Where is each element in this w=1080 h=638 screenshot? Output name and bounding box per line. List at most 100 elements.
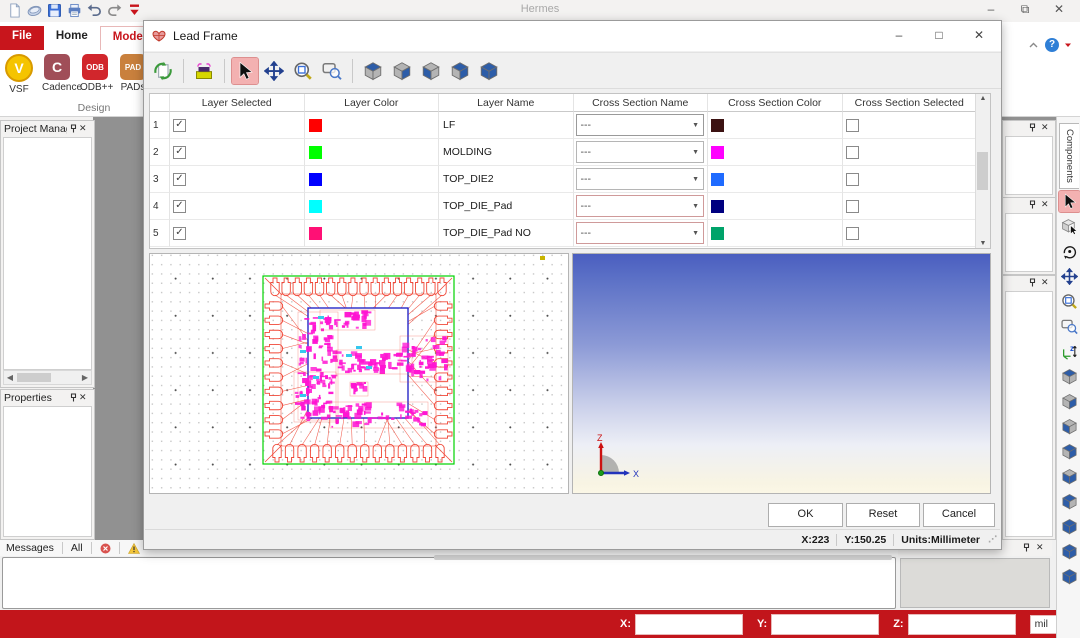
messages-scrollbar[interactable]: [434, 555, 892, 560]
column-header[interactable]: Cross Section Name: [574, 94, 709, 112]
messages-tab[interactable]: Messages: [6, 542, 54, 554]
zoom-box-button[interactable]: [1059, 291, 1080, 312]
project-manager-content[interactable]: [3, 137, 92, 370]
cross-section-selected-checkbox[interactable]: [846, 200, 859, 213]
close-icon[interactable]: ✕: [1041, 277, 1053, 289]
pin-icon[interactable]: [67, 123, 79, 135]
pan-view-button[interactable]: [1059, 266, 1080, 287]
restore-button[interactable]: ⧉: [1008, 0, 1042, 18]
close-icon[interactable]: ✕: [1036, 542, 1048, 554]
column-header[interactable]: Layer Name: [439, 94, 574, 112]
pin-icon[interactable]: [1026, 277, 1038, 289]
cancel-button[interactable]: Cancel: [923, 503, 995, 527]
z-scale-button[interactable]: z: [1059, 341, 1080, 362]
leadframe-layers-button[interactable]: [191, 58, 217, 84]
column-header[interactable]: Layer Selected: [170, 94, 305, 112]
pin-icon[interactable]: [1020, 542, 1032, 554]
cross-section-selected-checkbox[interactable]: [846, 173, 859, 186]
components-tab[interactable]: Components: [1059, 123, 1079, 189]
cross-section-name-dropdown[interactable]: ---▼: [576, 114, 705, 136]
view-iso-button[interactable]: [476, 58, 502, 84]
print-icon[interactable]: [66, 2, 83, 18]
help-icon[interactable]: ?: [1045, 38, 1059, 52]
column-header[interactable]: Layer Color: [305, 94, 440, 112]
view-cube-right-button[interactable]: [1059, 391, 1080, 412]
cross-section-color-swatch[interactable]: [711, 119, 724, 132]
collapse-ribbon-icon[interactable]: [1027, 39, 1040, 52]
view-cube-left-button[interactable]: [418, 58, 444, 84]
save-file-icon[interactable]: [46, 2, 63, 18]
view-cube-front-button[interactable]: [1059, 466, 1080, 487]
pin-icon[interactable]: [1026, 122, 1038, 134]
scroll-right-icon[interactable]: ▶: [79, 373, 91, 382]
x-coordinate-input[interactable]: [635, 614, 743, 635]
zoom-window-button[interactable]: [1059, 316, 1080, 337]
pin-icon[interactable]: [1026, 199, 1038, 211]
z-coordinate-input[interactable]: [908, 614, 1016, 635]
close-button[interactable]: ✕: [1042, 0, 1076, 18]
cross-section-color-swatch[interactable]: [711, 227, 724, 240]
messages-filter-all[interactable]: All: [71, 542, 83, 554]
pan-view-button[interactable]: [261, 58, 287, 84]
view-cube-right-button[interactable]: [389, 58, 415, 84]
cross-section-selected-checkbox[interactable]: [846, 146, 859, 159]
column-header[interactable]: Cross Section Color: [708, 94, 843, 112]
layer-selected-checkbox[interactable]: ✓: [173, 146, 186, 159]
ok-button[interactable]: OK: [768, 503, 843, 527]
customize-dropdown-icon[interactable]: [126, 2, 143, 18]
column-header[interactable]: Cross Section Selected: [843, 94, 978, 112]
layer-selected-checkbox[interactable]: ✓: [173, 173, 186, 186]
close-icon[interactable]: ✕: [1041, 199, 1053, 211]
view-iso-2-button[interactable]: [1059, 541, 1080, 562]
tab-home[interactable]: Home: [44, 26, 100, 50]
close-icon[interactable]: ✕: [1041, 122, 1053, 134]
view-cube-left-button[interactable]: [1059, 416, 1080, 437]
layer-selected-checkbox[interactable]: ✓: [173, 227, 186, 240]
cross-section-name-dropdown[interactable]: ---▼: [576, 168, 705, 190]
pin-icon[interactable]: [67, 392, 79, 404]
view-iso-1-button[interactable]: [1059, 516, 1080, 537]
design-item-cadence[interactable]: CCadence: [42, 54, 72, 95]
cross-section-color-swatch[interactable]: [711, 200, 724, 213]
close-icon[interactable]: ✕: [79, 392, 91, 404]
dialog-titlebar[interactable]: Lead Frame – □ ✕: [144, 21, 1001, 51]
layer-color-swatch[interactable]: [309, 227, 322, 240]
leadframe-2d-view[interactable]: [149, 253, 569, 494]
redo-icon[interactable]: [106, 2, 123, 18]
view-cube-back-button[interactable]: [1059, 441, 1080, 462]
horizontal-scrollbar[interactable]: ◀ ▶: [3, 370, 92, 385]
warnings-filter-icon[interactable]: [128, 543, 140, 554]
cross-section-name-dropdown[interactable]: ---▼: [576, 195, 705, 217]
messages-log[interactable]: [2, 557, 896, 609]
layer-selected-checkbox[interactable]: ✓: [173, 200, 186, 213]
view-cube-top-button[interactable]: [360, 58, 386, 84]
layer-color-swatch[interactable]: [309, 200, 322, 213]
open-file-icon[interactable]: [26, 2, 43, 18]
view-cube-top-button[interactable]: [1059, 366, 1080, 387]
reset-button[interactable]: Reset: [846, 503, 920, 527]
new-file-icon[interactable]: [6, 2, 23, 18]
close-icon[interactable]: ✕: [79, 123, 91, 135]
select-arrow-button[interactable]: [232, 58, 258, 84]
cross-section-name-dropdown[interactable]: ---▼: [576, 222, 705, 244]
layer-color-swatch[interactable]: [309, 173, 322, 186]
y-coordinate-input[interactable]: [771, 614, 879, 635]
minimize-button[interactable]: –: [974, 0, 1008, 18]
zoom-window-button[interactable]: [319, 58, 345, 84]
layer-selected-checkbox[interactable]: ✓: [173, 119, 186, 132]
errors-filter-icon[interactable]: [100, 543, 111, 554]
leadframe-3d-view[interactable]: Z X: [572, 253, 991, 494]
select-3d-button[interactable]: [1059, 216, 1080, 237]
design-item-odb[interactable]: ODBODB++: [80, 54, 110, 95]
reload-button[interactable]: [150, 58, 176, 84]
dialog-close-button[interactable]: ✕: [959, 21, 999, 49]
view-cube-back-button[interactable]: [447, 58, 473, 84]
view-iso-3-button[interactable]: [1059, 566, 1080, 587]
help-dropdown-icon[interactable]: [1064, 41, 1072, 49]
resize-grip[interactable]: ⋰: [988, 534, 997, 545]
cross-section-color-swatch[interactable]: [711, 173, 724, 186]
cross-section-selected-checkbox[interactable]: [846, 227, 859, 240]
select-arrow-button[interactable]: [1059, 191, 1080, 212]
cross-section-color-swatch[interactable]: [711, 146, 724, 159]
undo-icon[interactable]: [86, 2, 103, 18]
